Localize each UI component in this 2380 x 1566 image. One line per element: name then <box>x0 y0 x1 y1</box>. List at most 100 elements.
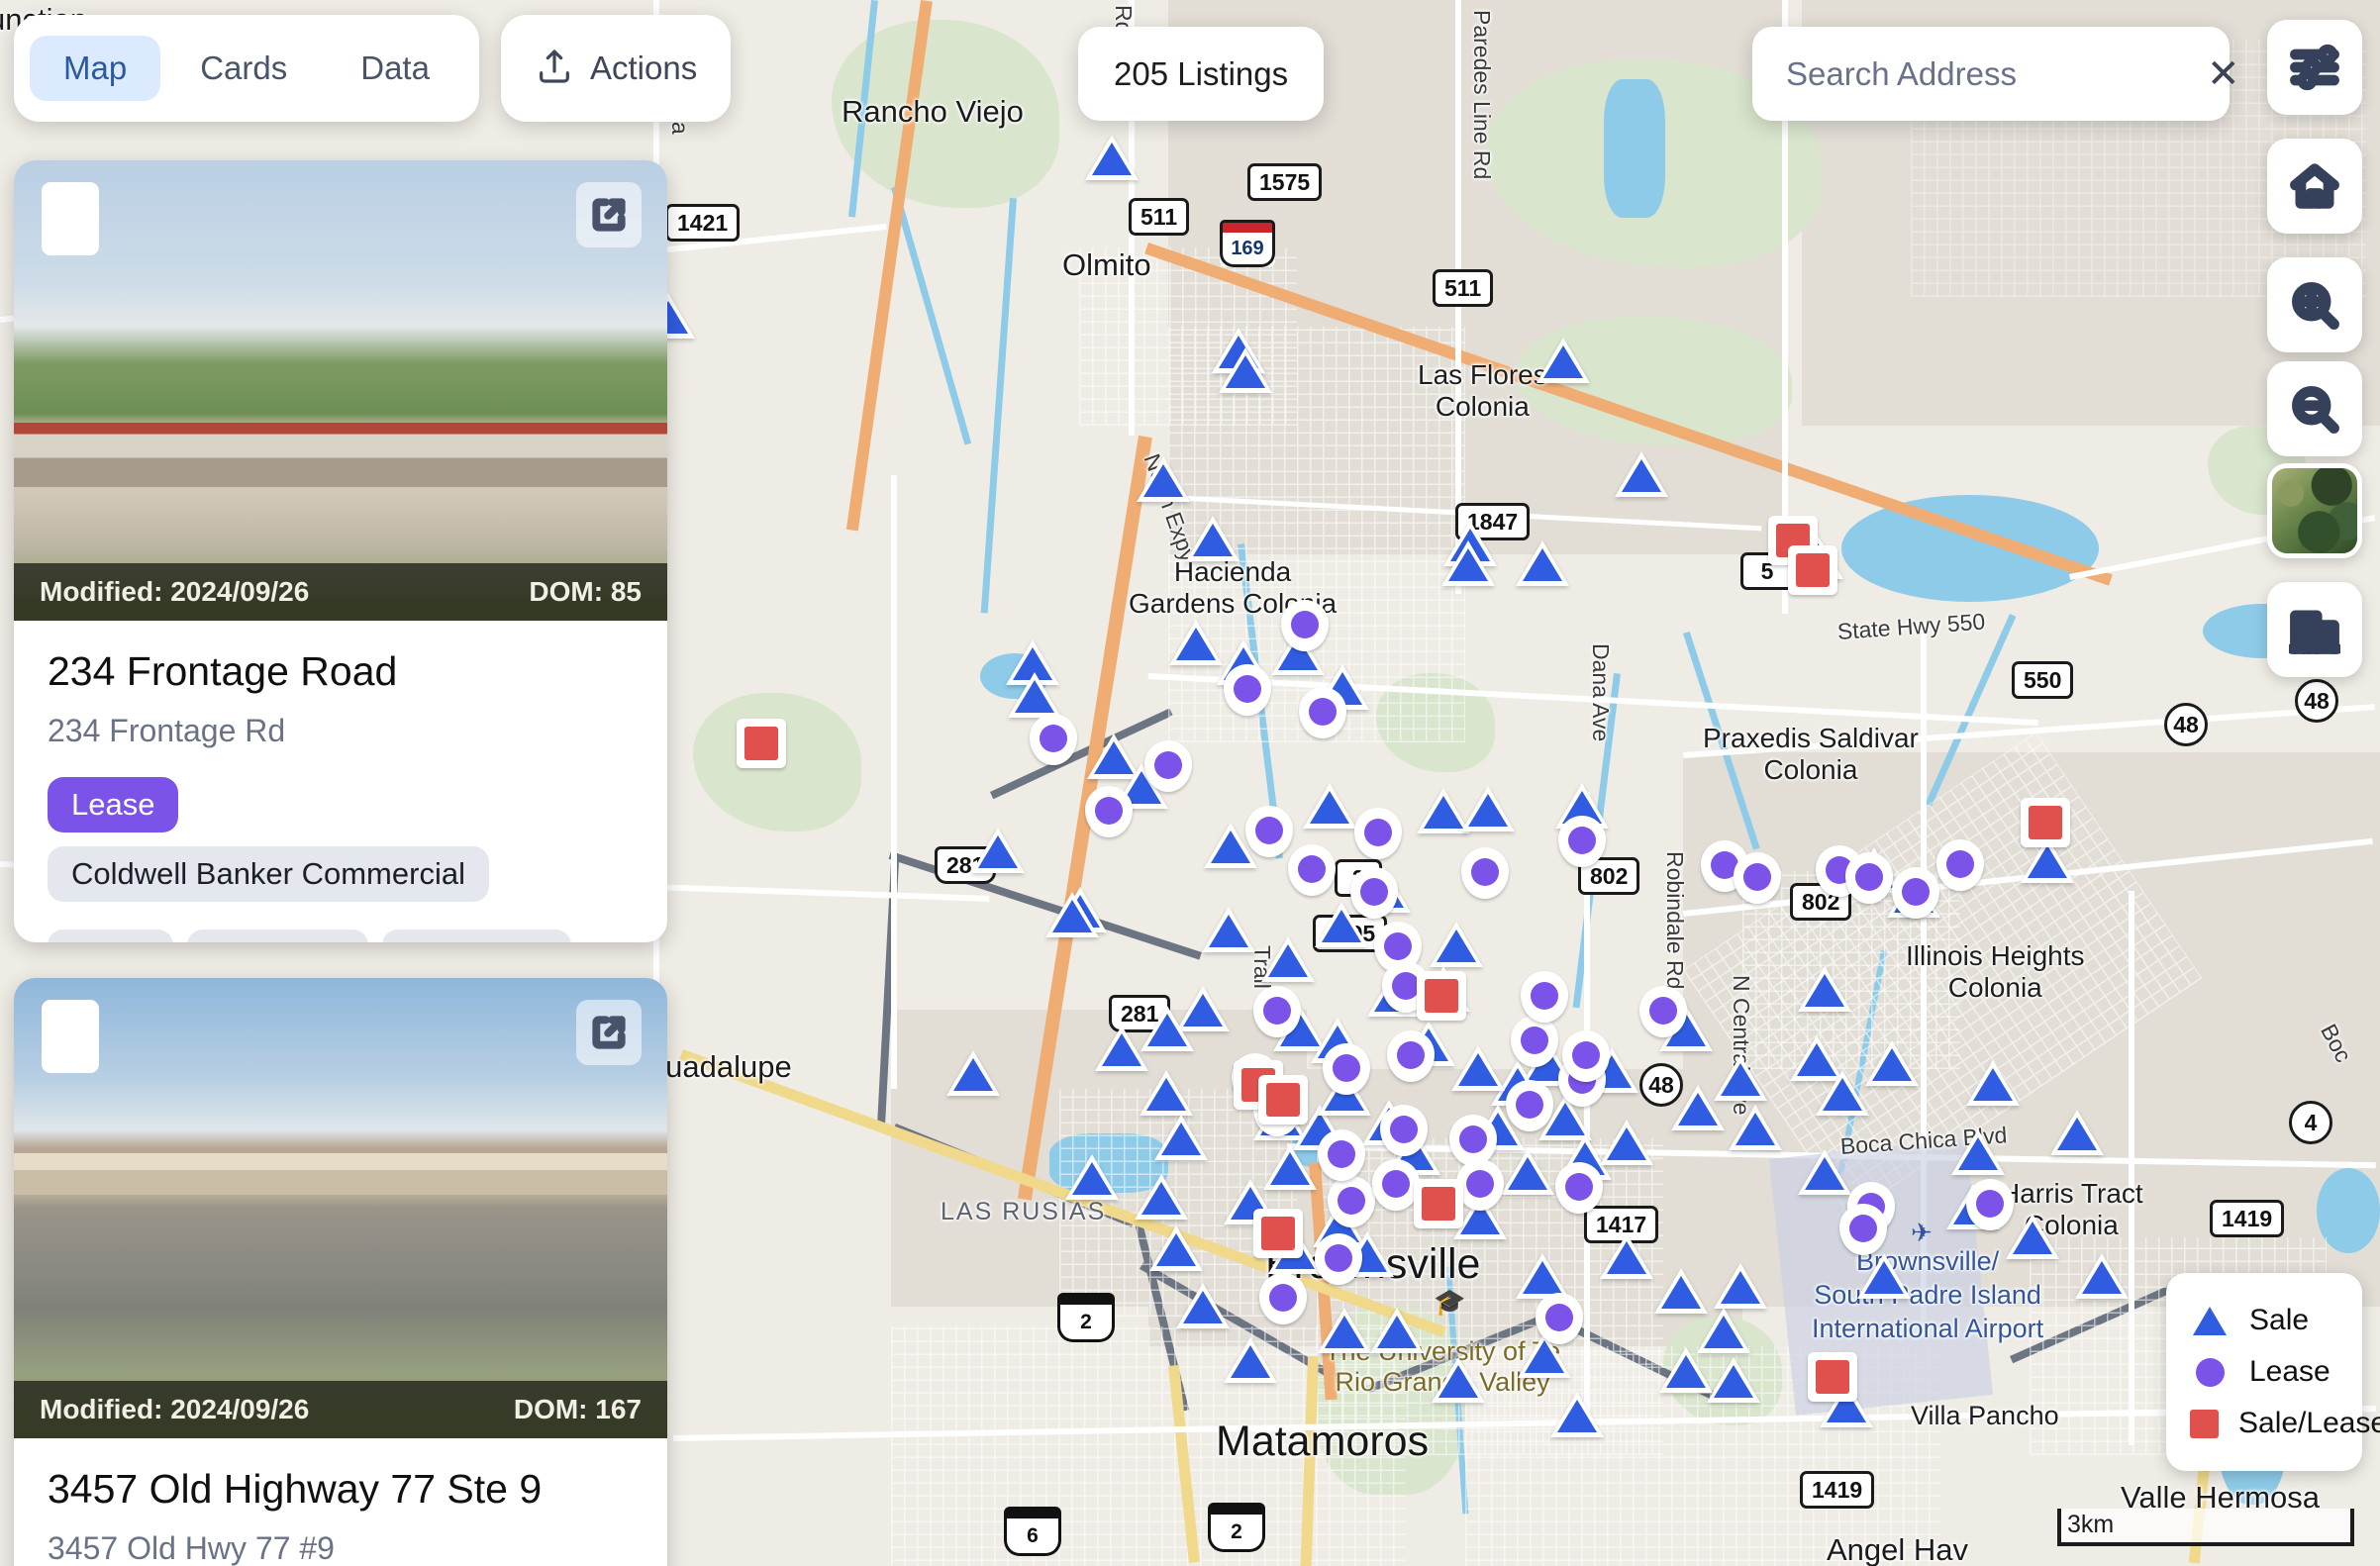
marker-lease[interactable] <box>1318 1129 1365 1181</box>
marker-lease[interactable] <box>1030 714 1077 765</box>
listing-broker-chip[interactable]: Coldwell Banker Commercial <box>48 846 489 903</box>
marker-lease[interactable] <box>1315 1233 1362 1285</box>
marker-sale[interactable] <box>1137 456 1190 504</box>
marker-sale[interactable] <box>1303 783 1356 831</box>
marker-sale[interactable] <box>1707 1357 1760 1405</box>
marker-sale-lease[interactable] <box>1417 971 1466 1021</box>
marker-lease[interactable] <box>1323 1043 1370 1095</box>
zoom-out-icon[interactable] <box>2267 361 2362 456</box>
listing-select-checkbox[interactable] <box>42 182 99 255</box>
marker-lease[interactable] <box>1387 1030 1435 1082</box>
marker-sale[interactable] <box>1370 1308 1424 1355</box>
marker-sale-lease[interactable] <box>1808 1352 1857 1402</box>
marker-sale[interactable] <box>2006 1214 2059 1261</box>
marker-sale[interactable] <box>1671 1085 1725 1132</box>
marker-lease[interactable] <box>1224 664 1271 716</box>
listing-status-chip[interactable]: Lease <box>48 777 179 833</box>
marker-lease[interactable] <box>1511 1016 1558 1067</box>
listings-count-pill[interactable]: 205 Listings <box>1078 27 1325 121</box>
marker-lease[interactable] <box>1328 1176 1375 1227</box>
marker-lease[interactable] <box>1892 867 1939 919</box>
marker-sale[interactable] <box>1654 1268 1708 1316</box>
marker-lease[interactable] <box>1936 839 1984 891</box>
marker-sale[interactable] <box>1176 1283 1230 1330</box>
search-input[interactable] <box>1786 54 2207 93</box>
marker-sale[interactable] <box>1451 1045 1505 1093</box>
marker-sale[interactable] <box>1140 1070 1193 1118</box>
listing-size-chip[interactable]: 21,294 SF <box>381 930 571 942</box>
filter-sliders-icon[interactable] <box>2267 20 2362 115</box>
marker-lease[interactable] <box>1299 687 1346 738</box>
marker-sale[interactable] <box>2075 1253 2129 1301</box>
marker-lease[interactable] <box>1966 1179 2014 1230</box>
marker-sale[interactable] <box>1816 1070 1869 1118</box>
marker-sale[interactable] <box>1432 1357 1485 1405</box>
marker-lease[interactable] <box>1372 1159 1420 1211</box>
marker-sale-lease[interactable] <box>2021 798 2070 847</box>
marker-sale-lease[interactable] <box>1414 1179 1463 1228</box>
marker-lease[interactable] <box>1085 786 1133 837</box>
listing-card[interactable]: Modified: 2024/09/26 DOM: 167 3457 Old H… <box>14 978 667 1566</box>
marker-sale-lease[interactable] <box>1253 1209 1303 1258</box>
external-link-icon[interactable] <box>576 182 642 247</box>
listing-select-checkbox[interactable] <box>42 1000 99 1073</box>
marker-lease[interactable] <box>1521 971 1568 1023</box>
marker-lease[interactable] <box>1281 600 1329 651</box>
marker-lease[interactable] <box>1456 1159 1504 1211</box>
tab-cards[interactable]: Cards <box>166 36 321 101</box>
marker-sale[interactable] <box>1550 1392 1604 1439</box>
marker-sale[interactable] <box>1149 1225 1203 1273</box>
marker-sale[interactable] <box>1600 1120 1653 1167</box>
marker-sale[interactable] <box>971 828 1025 875</box>
marker-sale[interactable] <box>1857 1253 1911 1301</box>
buildings-icon[interactable] <box>2267 582 2362 677</box>
marker-sale[interactable] <box>1261 936 1315 984</box>
marker-lease[interactable] <box>1245 806 1293 857</box>
tab-data[interactable]: Data <box>327 36 463 101</box>
marker-sale[interactable] <box>1501 1149 1554 1197</box>
marker-sale[interactable] <box>1714 1263 1767 1311</box>
marker-sale[interactable] <box>1135 1174 1188 1222</box>
listing-type-chip[interactable]: Retail <box>48 930 174 942</box>
marker-sale[interactable] <box>1219 347 1272 395</box>
actions-button[interactable]: Actions <box>501 15 732 122</box>
marker-lease[interactable] <box>1144 740 1192 792</box>
marker-sale[interactable] <box>1729 1105 1782 1152</box>
marker-sale[interactable] <box>1318 1308 1371 1355</box>
marker-sale[interactable] <box>1659 1347 1713 1395</box>
marker-sale[interactable] <box>1615 451 1668 499</box>
marker-sale[interactable] <box>1951 1129 2005 1177</box>
listing-photo[interactable]: Modified: 2024/09/26 DOM: 85 <box>14 160 667 621</box>
marker-sale[interactable] <box>1202 907 1255 954</box>
marker-sale[interactable] <box>1224 1337 1277 1385</box>
external-link-icon[interactable] <box>576 1000 642 1065</box>
marker-lease[interactable] <box>1839 1204 1887 1255</box>
marker-sale[interactable] <box>1966 1060 2020 1108</box>
marker-sale[interactable] <box>1169 620 1223 667</box>
marker-lease[interactable] <box>1734 852 1781 904</box>
marker-lease[interactable] <box>1562 1030 1610 1082</box>
marker-lease[interactable] <box>1506 1080 1553 1131</box>
marker-lease[interactable] <box>1536 1293 1583 1344</box>
zoom-in-icon[interactable] <box>2267 257 2362 352</box>
marker-sale[interactable] <box>1798 966 1851 1014</box>
marker-sale[interactable] <box>1537 338 1590 385</box>
close-icon[interactable]: ✕ <box>2207 54 2240 94</box>
marker-sale[interactable] <box>1154 1115 1208 1162</box>
marker-sale[interactable] <box>1865 1040 1919 1088</box>
marker-sale-lease[interactable] <box>1258 1075 1308 1125</box>
marker-sale[interactable] <box>2050 1110 2104 1157</box>
home-icon[interactable] <box>2267 139 2362 234</box>
marker-sale-lease[interactable] <box>1788 545 1837 595</box>
tab-map[interactable]: Map <box>30 36 161 101</box>
listing-card[interactable]: Modified: 2024/09/26 DOM: 85 234 Frontag… <box>14 160 667 942</box>
marker-sale[interactable] <box>1045 892 1099 939</box>
marker-sale-lease[interactable] <box>737 719 786 768</box>
marker-lease[interactable] <box>1461 847 1509 899</box>
marker-lease[interactable] <box>1639 986 1687 1037</box>
marker-sale[interactable] <box>1065 1154 1119 1202</box>
marker-lease[interactable] <box>1288 844 1336 896</box>
marker-sale[interactable] <box>1085 135 1139 182</box>
marker-sale[interactable] <box>1140 1006 1194 1053</box>
marker-lease[interactable] <box>1253 986 1301 1037</box>
